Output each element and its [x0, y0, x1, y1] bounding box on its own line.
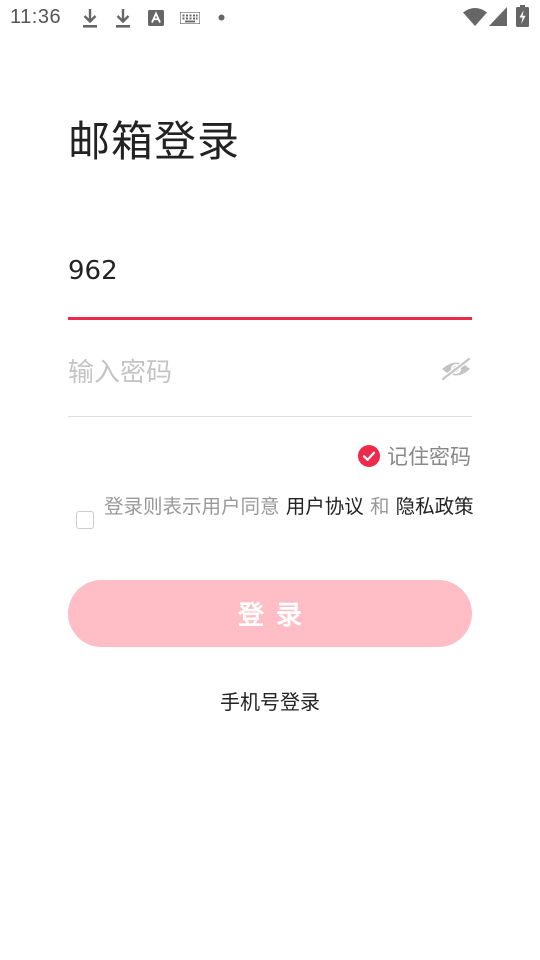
check-circle-icon[interactable]: [358, 445, 380, 467]
email-value: 962: [68, 256, 118, 286]
password-field[interactable]: 输入密码: [68, 338, 472, 417]
download-icon: [83, 9, 97, 28]
font-a-icon: [148, 10, 164, 26]
remember-password-label: 记住密码: [387, 445, 471, 469]
dot-icon: [218, 14, 225, 21]
wifi-icon: [463, 8, 487, 26]
phone-login-link[interactable]: 手机号登录: [220, 690, 320, 714]
agreement-prefix: 登录则表示用户同意: [104, 495, 280, 518]
remember-password-toggle[interactable]: 记住密码: [358, 442, 471, 470]
password-placeholder: 输入密码: [68, 358, 173, 388]
signal-icon: [489, 7, 507, 26]
keyboard-icon: [180, 12, 200, 24]
agreement-text: 登录则表示用户同意 用户协议 和 隐私政策: [104, 492, 476, 521]
privacy-policy-link[interactable]: 隐私政策: [396, 495, 474, 518]
login-button[interactable]: 登录: [68, 580, 472, 647]
download-icon: [116, 9, 130, 28]
phone-login-row: 手机号登录: [0, 686, 540, 715]
agreement-checkbox[interactable]: [76, 511, 94, 529]
page-title: 邮箱登录: [68, 117, 241, 166]
email-field[interactable]: 962: [68, 240, 472, 320]
user-agreement-link[interactable]: 用户协议: [286, 495, 364, 518]
status-bar: 11:36: [0, 0, 540, 36]
agreement-conjunction: 和: [369, 495, 390, 518]
battery-charging-icon: [516, 5, 529, 27]
status-time: 11:36: [10, 6, 62, 28]
eye-off-icon[interactable]: [440, 356, 472, 382]
